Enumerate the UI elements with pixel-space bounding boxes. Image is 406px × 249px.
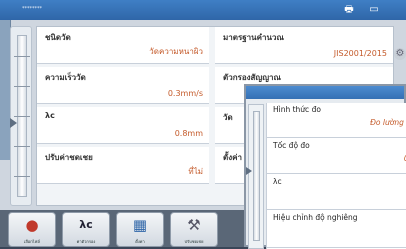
printer-icon[interactable]: 🖶 <box>343 4 355 15</box>
field-label: Tốc độ đo <box>273 141 310 150</box>
field-value: 0.8mm <box>174 129 203 138</box>
field-label: Hiệu chỉnh độ nghiêng <box>273 213 358 222</box>
measurement-scale[interactable] <box>10 26 32 206</box>
field-measure-speed[interactable]: ความเร็ววัด 0.3mm/s <box>37 67 209 104</box>
front-measurement-scale[interactable] <box>246 104 264 249</box>
scale-tick <box>14 146 30 147</box>
front-device-screen: Hình thức đo Đo lường đ Tốc độ đo 0. λc … <box>244 84 406 249</box>
tool-button-settings[interactable]: ▦ ตั้งค่า <box>116 212 164 247</box>
tool-button-select[interactable]: ● เลือกไฟล์ <box>8 212 56 247</box>
gear-icon[interactable]: ⚙ <box>394 48 406 60</box>
field-standard[interactable]: มาตรฐานคำนวณ JIS2001/2015 <box>215 27 393 64</box>
title-text: ******** <box>22 6 42 12</box>
front-field-lambda-c[interactable]: λc <box>267 175 406 210</box>
tool-label: เลือกไฟล์ <box>24 239 40 244</box>
tool-button-filter[interactable]: λc ค่าตัวกรอง <box>62 212 110 247</box>
field-label: มาตรฐานคำนวณ <box>223 33 284 42</box>
battery-icon: ▭ <box>369 4 379 15</box>
field-value: วัดความหนาผิว <box>149 47 203 56</box>
scale-pointer-icon <box>10 118 17 128</box>
field-label: ตัวกรองสัญญาณ <box>223 73 281 82</box>
tool-button-calibrate[interactable]: ⚒ ปรับชดเชย <box>170 212 218 247</box>
front-scale-track <box>253 111 260 241</box>
front-field-measure-speed[interactable]: Tốc độ đo 0. <box>267 139 406 174</box>
scale-tick <box>14 176 30 177</box>
field-label: ปรับค่าชดเชย <box>45 153 93 162</box>
joystick-icon: ● <box>25 216 39 234</box>
field-label: ชนิดวัด <box>45 33 71 42</box>
lambda-c-icon: λc <box>79 218 93 231</box>
scale-tick <box>14 56 30 57</box>
tool-icon: ⚒ <box>187 216 201 234</box>
scale-tick <box>14 116 30 117</box>
tool-label: ปรับชดเชย <box>184 239 204 244</box>
field-label: ตั้งค่า <box>223 153 242 162</box>
tool-label: ค่าตัวกรอง <box>76 239 96 244</box>
field-tilt-correction[interactable]: ปรับค่าชดเชย ที่ไม่ <box>37 147 209 184</box>
field-value: JIS2001/2015 <box>333 49 387 58</box>
scale-track <box>10 35 30 197</box>
field-value: ที่ไม่ <box>188 167 203 176</box>
field-label: ความเร็ววัด <box>45 73 86 82</box>
field-label: λc <box>273 177 282 186</box>
field-measure-type[interactable]: ชนิดวัด วัดความหนาผิว <box>37 27 209 64</box>
front-settings-panel: Hình thức đo Đo lường đ Tốc độ đo 0. λc … <box>266 103 406 249</box>
field-value: 0.3mm/s <box>167 89 203 98</box>
field-label: λc <box>45 111 55 120</box>
scale-tick <box>14 86 30 87</box>
title-bar: ******** 🖶 ▭ <box>0 0 406 20</box>
field-lambda-c[interactable]: λc 0.8mm <box>37 107 209 144</box>
front-title-bar <box>246 86 404 99</box>
field-label: Hình thức đo <box>273 105 321 114</box>
tool-label: ตั้งค่า <box>135 239 145 244</box>
field-value: Đo lường đ <box>370 118 406 127</box>
front-scale-pointer-icon <box>246 167 252 175</box>
front-field-tilt-correction[interactable]: Hiệu chỉnh độ nghiêng <box>267 211 406 248</box>
field-label: วัด <box>223 113 233 122</box>
front-field-measure-type[interactable]: Hình thức đo Đo lường đ <box>267 103 406 138</box>
grid-icon: ▦ <box>132 216 148 234</box>
